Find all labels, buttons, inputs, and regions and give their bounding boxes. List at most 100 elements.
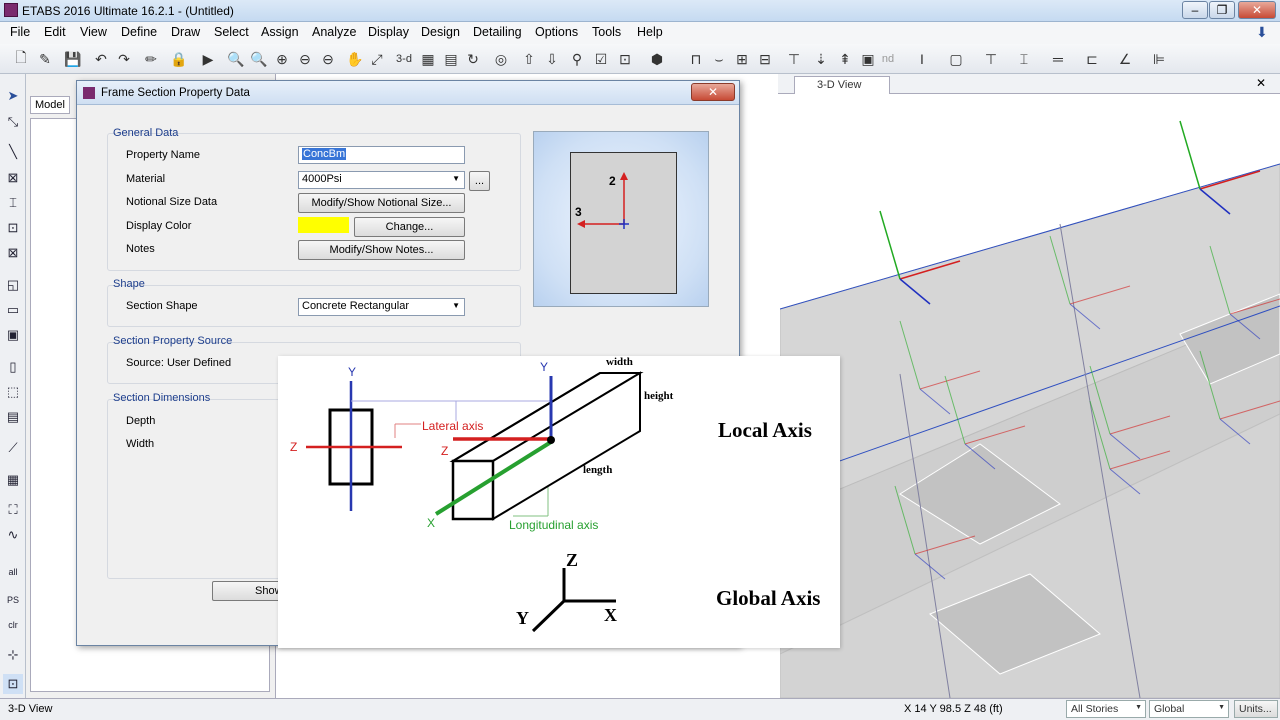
zoom-in-icon[interactable]: ⊕ (271, 48, 293, 70)
menu-define[interactable]: Define (121, 25, 157, 39)
pan-icon[interactable]: ✋ (344, 48, 366, 70)
snap-icon[interactable]: ⊹ (3, 645, 23, 665)
perspective-icon[interactable]: ◎ (490, 48, 512, 70)
draw-beam-icon[interactable]: ▢ (945, 48, 967, 70)
3d-view-canvas[interactable] (780, 94, 1280, 698)
redo-icon[interactable]: ↷ (113, 48, 135, 70)
stories-select[interactable]: All Stories ▼ (1066, 700, 1146, 718)
joint-loads-icon[interactable]: ⇞ (834, 48, 856, 70)
nd-label[interactable]: nd (877, 48, 899, 70)
checkbox-icon[interactable]: ☑ (590, 48, 612, 70)
coordinate-system-select[interactable]: Global ▼ (1149, 700, 1229, 718)
draw-braces-icon[interactable]: ⊠ (3, 243, 23, 263)
run-analysis-icon[interactable]: ▶ (197, 48, 219, 70)
restore-button[interactable]: ❐ (1209, 1, 1235, 19)
tab-3d-view[interactable]: 3-D View (794, 76, 890, 94)
menu-design[interactable]: Design (421, 25, 460, 39)
menu-assign[interactable]: Assign (261, 25, 299, 39)
menu-file[interactable]: File (10, 25, 30, 39)
modify-notes-button[interactable]: Modify/Show Notes... (298, 240, 465, 260)
menu-select[interactable]: Select (214, 25, 249, 39)
menu-view[interactable]: View (80, 25, 107, 39)
undo-icon[interactable]: ↶ (90, 48, 112, 70)
select-pointer-icon[interactable]: ➤ (3, 86, 23, 106)
change-color-button[interactable]: Change... (354, 217, 465, 237)
view-3d-button[interactable]: 3-d (393, 48, 415, 70)
previous-selection-icon[interactable]: PS (3, 590, 23, 610)
frame-loads-icon[interactable]: ▣ (857, 48, 879, 70)
close-button[interactable]: ✕ (1238, 1, 1276, 19)
pencil-icon[interactable]: ✏ (140, 48, 162, 70)
units-button[interactable]: Units... (1234, 700, 1278, 718)
menu-detailing[interactable]: Detailing (473, 25, 522, 39)
draw-spring-icon[interactable]: ∿ (3, 525, 23, 545)
clear-selection-icon[interactable]: clr (3, 615, 23, 635)
menu-help[interactable]: Help (637, 25, 663, 39)
menu-analyze[interactable]: Analyze (312, 25, 356, 39)
draw-rect-area-icon[interactable]: ▭ (3, 300, 23, 320)
lock-icon[interactable]: 🔒 (168, 48, 190, 70)
download-icon[interactable]: ⬇ (1256, 24, 1268, 41)
object-shrink-icon[interactable]: ⚲ (566, 48, 588, 70)
section-shape-select[interactable]: Concrete Rectangular ▼ (298, 298, 465, 316)
rotate-view-icon[interactable]: ↻ (462, 48, 484, 70)
move-up-icon[interactable]: ⇧ (518, 48, 540, 70)
draw-section-cut-icon[interactable]: ⊫ (1148, 48, 1170, 70)
modify-notional-size-button[interactable]: Modify/Show Notional Size... (298, 193, 465, 213)
draw-ramp-icon[interactable]: ▤ (3, 407, 23, 427)
material-select[interactable]: 4000Psi ▼ (298, 171, 465, 189)
menu-display[interactable]: Display (368, 25, 409, 39)
section-shape-label: Section Shape (126, 300, 198, 312)
move-down-icon[interactable]: ⇩ (541, 48, 563, 70)
draw-tendon-icon[interactable]: ⛶ (3, 500, 23, 520)
zoom-window-icon[interactable]: 🔍 (225, 48, 247, 70)
minimize-button[interactable]: – (1182, 1, 1208, 19)
draw-frame-icon[interactable]: ⊠ (3, 168, 23, 188)
quick-area-icon[interactable]: ▣ (3, 325, 23, 345)
draw-brace-icon[interactable]: ⊤ (980, 48, 1002, 70)
draw-link-tool-icon[interactable]: ⟋ (3, 438, 23, 458)
dialog-close-button[interactable]: ✕ (691, 83, 735, 101)
set-display-icon[interactable]: ⊡ (614, 48, 636, 70)
new-model-icon[interactable]: 🗋 (10, 48, 32, 70)
reshape-icon[interactable]: ⤡ (3, 112, 23, 132)
wall-icon[interactable]: ⊤ (783, 48, 805, 70)
draw-opening-icon[interactable]: ⊏ (1081, 48, 1103, 70)
draw-wall-tool-icon[interactable]: ▯ (3, 357, 23, 377)
plan-view-icon[interactable]: ▦ (417, 48, 439, 70)
close-view-icon[interactable]: ✕ (1256, 76, 1266, 90)
tab-3d-view-label: 3-D View (817, 79, 862, 91)
select-all-icon[interactable]: all (3, 562, 23, 582)
material-more-button[interactable]: ... (469, 171, 490, 191)
extrude-icon[interactable]: ⬢ (646, 48, 668, 70)
zoom-fit-icon[interactable]: 🔍 (248, 48, 270, 70)
deformed-shape-icon[interactable]: ⌣ (708, 48, 730, 70)
draw-opening-tool-icon[interactable]: ⬚ (3, 382, 23, 402)
menu-edit[interactable]: Edit (44, 25, 66, 39)
measure-icon[interactable]: ⤢ (366, 48, 388, 70)
draw-area-icon[interactable]: ◱ (3, 275, 23, 295)
quick-draw-icon[interactable]: ⊡ (3, 218, 23, 238)
zoom-previous-icon[interactable]: ⊖ (317, 48, 339, 70)
forces-icon[interactable]: ⊞ (731, 48, 753, 70)
menu-tools[interactable]: Tools (592, 25, 621, 39)
draw-wall-icon[interactable]: ⌶ (1013, 48, 1035, 70)
elevation-view-icon[interactable]: ▤ (440, 48, 462, 70)
save-icon[interactable]: 💾 (62, 48, 84, 70)
loads-icon[interactable]: ⇣ (810, 48, 832, 70)
zoom-out-icon[interactable]: ⊖ (294, 48, 316, 70)
menu-draw[interactable]: Draw (171, 25, 200, 39)
menu-options[interactable]: Options (535, 25, 578, 39)
snap-points-icon[interactable]: ⊡ (3, 674, 23, 694)
property-name-field[interactable]: ConcBm (298, 146, 465, 164)
open-model-icon[interactable]: ✎ (34, 48, 56, 70)
stress-icon[interactable]: ⊟ (754, 48, 776, 70)
draw-column-icon[interactable]: I (911, 48, 933, 70)
draw-column-tool-icon[interactable]: ⌶ (3, 193, 23, 213)
tab-model[interactable]: Model (30, 96, 70, 114)
draw-line-icon[interactable]: ╲ (3, 142, 23, 162)
draw-grid-icon[interactable]: ▦ (3, 470, 23, 490)
draw-slab-icon[interactable]: ═ (1047, 48, 1069, 70)
draw-link-icon[interactable]: ∠ (1114, 48, 1136, 70)
frame-icon[interactable]: ⊓ (685, 48, 707, 70)
